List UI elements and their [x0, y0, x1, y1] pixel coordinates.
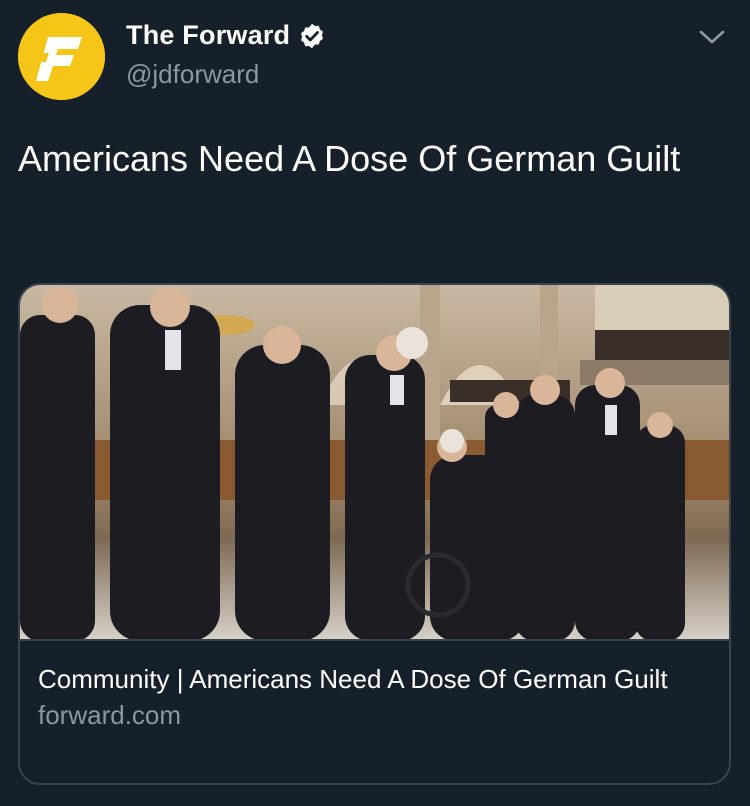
link-card-domain[interactable]: forward.com	[38, 697, 711, 733]
author-name-row: The Forward	[126, 20, 326, 51]
forward-logo-icon	[18, 13, 105, 100]
handle[interactable]: @jdforward	[126, 59, 259, 90]
display-name[interactable]: The Forward	[126, 20, 290, 51]
link-card-title[interactable]: Community | Americans Need A Dose Of Ger…	[38, 661, 711, 697]
link-card-body: Community | Americans Need A Dose Of Ger…	[20, 641, 729, 733]
verified-badge-icon	[301, 23, 324, 48]
photo-icon	[20, 285, 729, 639]
chevron-down-icon[interactable]	[697, 25, 727, 49]
link-card-image[interactable]	[20, 285, 729, 641]
tweet-text: Americans Need A Dose Of German Guilt	[18, 138, 681, 179]
tweet[interactable]: The Forward @jdforward Americans Need A …	[0, 0, 750, 806]
link-card[interactable]: Community | Americans Need A Dose Of Ger…	[18, 283, 731, 785]
avatar[interactable]	[18, 13, 105, 100]
